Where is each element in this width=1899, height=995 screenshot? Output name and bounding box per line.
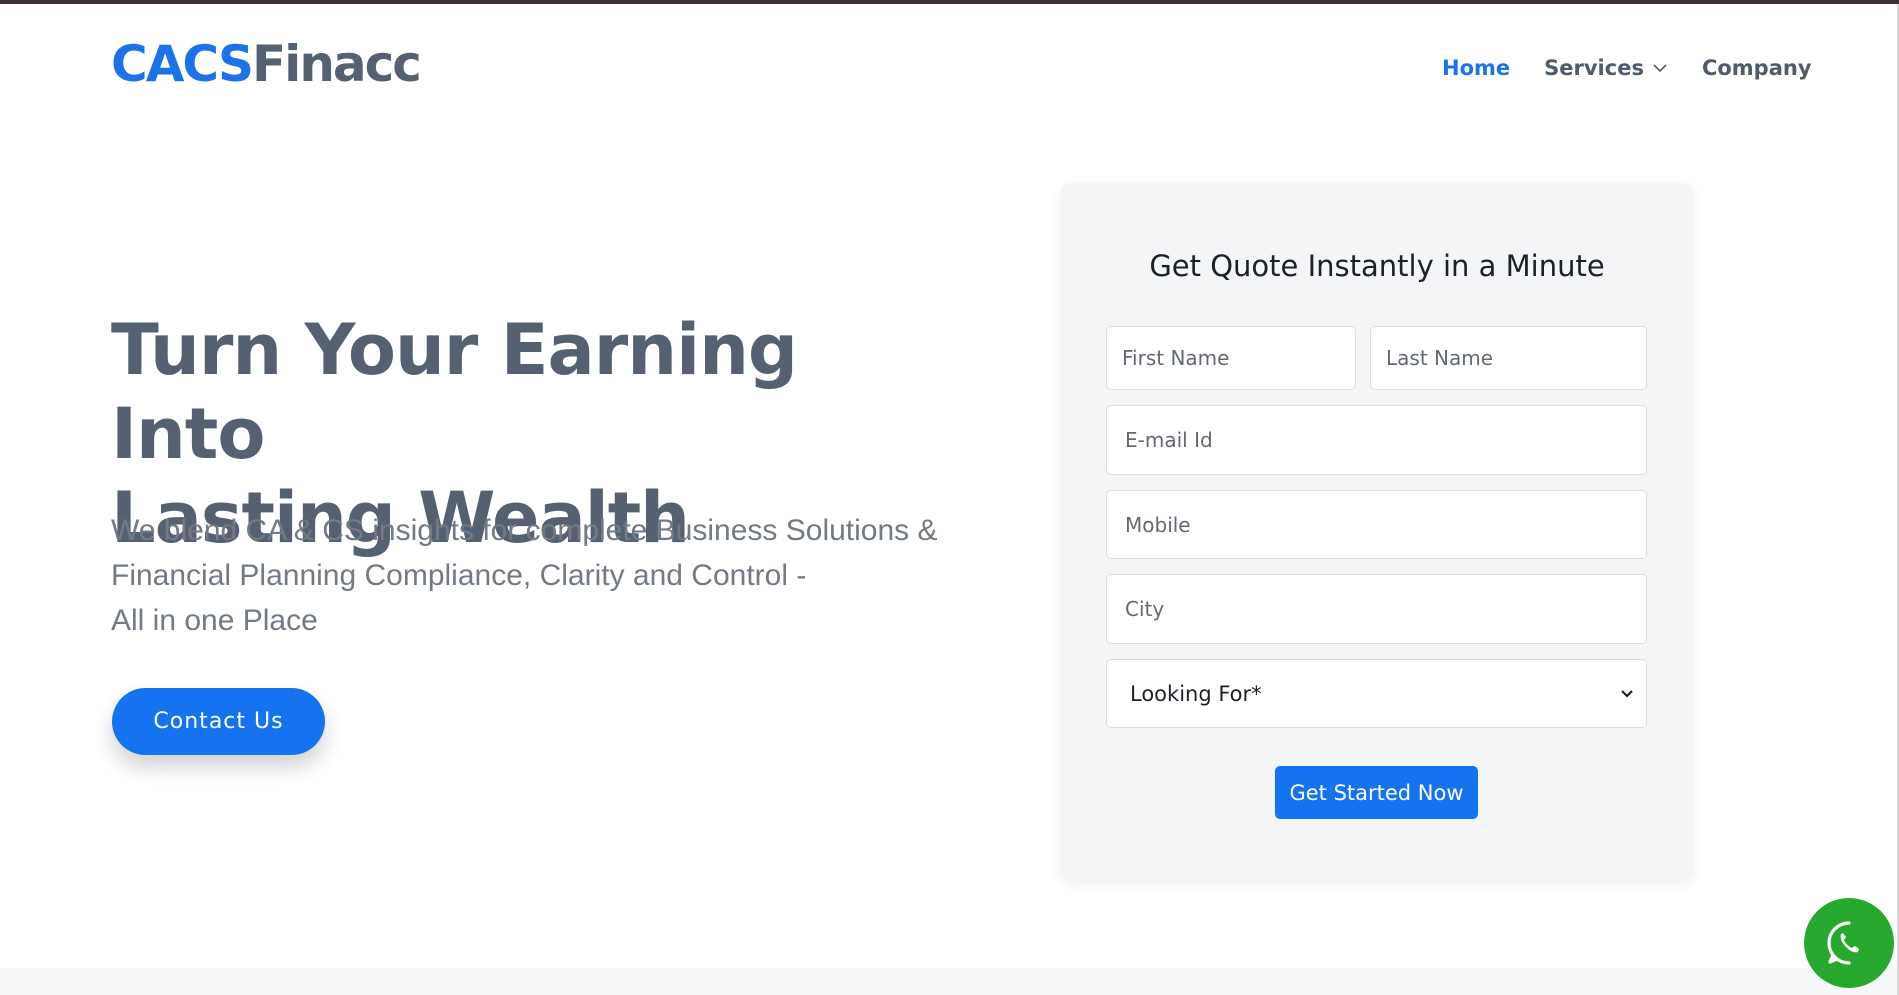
whatsapp-icon [1827, 921, 1859, 965]
hero-subtitle-line2: Financial Planning Compliance, Clarity a… [111, 559, 807, 592]
next-section-edge [0, 968, 1897, 995]
top-border [0, 0, 1899, 4]
looking-for-value: Looking For* [1130, 681, 1262, 706]
nav-services[interactable]: Services [1544, 56, 1668, 80]
whatsapp-chat-button[interactable] [1804, 898, 1894, 988]
last-name-input[interactable] [1370, 326, 1647, 390]
chevron-down-icon [1621, 689, 1633, 698]
first-name-input[interactable] [1106, 326, 1356, 390]
quote-form-card: Get Quote Instantly in a Minute Looking … [1061, 183, 1693, 879]
looking-for-select[interactable]: Looking For* [1106, 659, 1647, 728]
nav-company[interactable]: Company [1702, 56, 1812, 80]
nav-services-label: Services [1544, 56, 1644, 80]
brand-logo-part1: CACS [111, 35, 254, 93]
brand-logo-part2: Finacc [252, 35, 422, 93]
hero-subtitle-line1: We blend CA & CS insights for complete B… [111, 514, 938, 547]
get-started-button[interactable]: Get Started Now [1275, 766, 1478, 819]
chevron-down-icon [1653, 64, 1667, 73]
hero-subtitle: We blend CA & CS insights for complete B… [111, 508, 971, 643]
email-input[interactable] [1106, 405, 1647, 475]
city-input[interactable] [1106, 574, 1647, 644]
hero-subtitle-line3: All in one Place [111, 604, 318, 637]
hero-title-line1: Turn Your Earning Into [111, 309, 798, 475]
brand-logo[interactable]: CACSFinacc [111, 34, 422, 94]
quote-form-title: Get Quote Instantly in a Minute [1149, 249, 1605, 283]
contact-us-button[interactable]: Contact Us [112, 688, 325, 755]
main-nav: Home Services Company [1442, 56, 1846, 80]
nav-home[interactable]: Home [1442, 56, 1510, 80]
mobile-input[interactable] [1106, 490, 1647, 559]
